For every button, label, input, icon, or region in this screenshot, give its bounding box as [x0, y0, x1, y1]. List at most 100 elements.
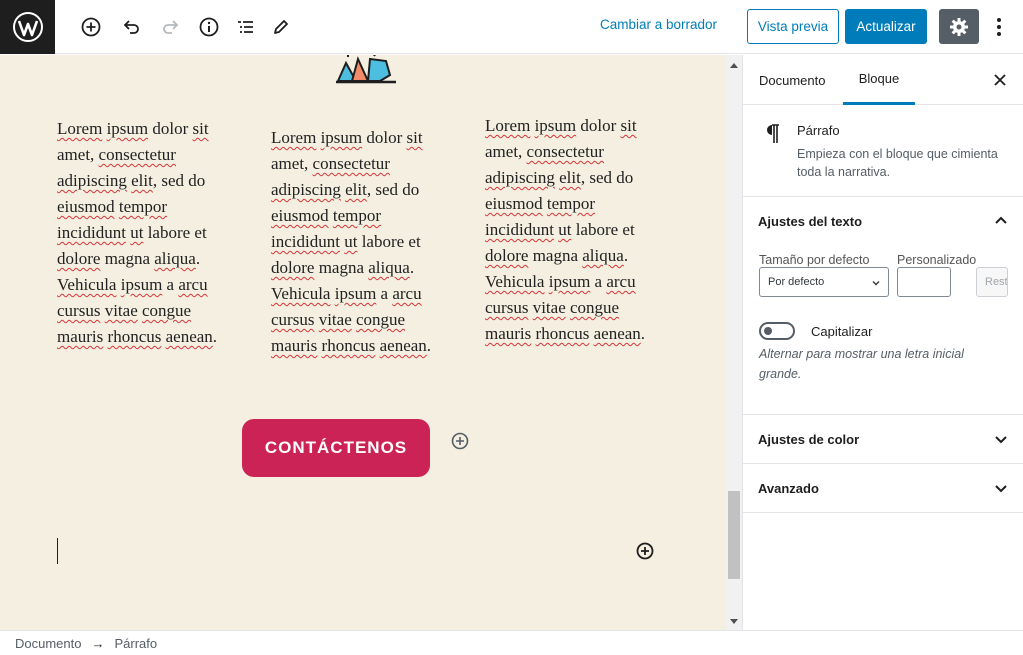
column-paragraph[interactable]: Lorem ipsum dolor sit amet, consectetur … — [485, 113, 665, 347]
reset-label: Restablecer — [985, 276, 1008, 288]
settings-button[interactable] — [939, 9, 979, 44]
misspelled-word: elit — [345, 180, 367, 199]
block-card: Párrafo Empieza con el bloque que cimien… — [743, 105, 1023, 197]
misspelled-word: aliqua — [582, 246, 624, 265]
panel-title: Avanzado — [758, 480, 819, 496]
misspelled-word: tempor — [332, 206, 382, 225]
font-size-select[interactable]: Por defecto — [759, 267, 889, 297]
misspelled-word: aenean — [379, 336, 427, 355]
misspelled-word: adipiscing — [57, 171, 127, 190]
misspelled-word: ipsum — [534, 116, 577, 135]
misspelled-word: arcu — [178, 275, 208, 294]
add-block-inline-icon[interactable] — [450, 431, 470, 451]
undo-icon[interactable] — [116, 12, 146, 42]
misspelled-word: elit — [131, 171, 153, 190]
misspelled-word: tempor — [546, 194, 596, 213]
canvas-scrollbar[interactable] — [726, 55, 742, 630]
block-name: Párrafo — [797, 123, 840, 138]
breadcrumb-arrow-icon: → — [91, 635, 105, 651]
misspelled-word: aliqua — [368, 258, 410, 277]
boat-sail-icon — [336, 55, 396, 84]
misspelled-word: mauris — [271, 336, 318, 355]
close-icon[interactable] — [991, 71, 1009, 89]
misspelled-word: cursus — [485, 298, 529, 317]
misspelled-word: Vehicula — [485, 272, 545, 291]
misspelled-word: rhoncus — [535, 324, 590, 343]
scroll-down-icon[interactable] — [730, 619, 738, 624]
misspelled-word: consectetur — [526, 142, 604, 161]
dropcap-help: Alternar para mostrar una letra inicial … — [759, 347, 964, 381]
default-size-label: Tamaño por defecto — [759, 253, 870, 267]
wordpress-logo-button[interactable] — [0, 0, 55, 54]
breadcrumb-document[interactable]: Documento — [15, 636, 81, 651]
misspelled-word: vitae — [104, 301, 138, 320]
gear-icon — [950, 17, 968, 36]
misspelled-word: ipsum — [320, 128, 363, 147]
misspelled-word: ut — [130, 223, 144, 242]
contact-button[interactable]: CONTÁCTENOS — [242, 419, 430, 477]
top-toolbar: Cambiar a borrador Vista previa Actualiz… — [0, 0, 1023, 54]
dropcap-toggle[interactable] — [759, 322, 795, 340]
green-circle-icon — [113, 55, 183, 77]
column-paragraph[interactable]: Lorem ipsum dolor sit amet, consectetur … — [57, 116, 237, 350]
misspelled-word: congue — [570, 298, 620, 317]
chevron-down-icon — [995, 485, 1007, 493]
custom-size-label: Personalizado — [897, 253, 977, 267]
misspelled-word: arcu — [392, 284, 422, 303]
misspelled-word: aliqua — [154, 249, 196, 268]
tab-block[interactable]: Bloque — [843, 55, 915, 105]
misspelled-word: eiusmod — [485, 194, 543, 213]
column-paragraph[interactable]: Lorem ipsum dolor sit amet, consectetur … — [271, 125, 451, 359]
block-navigation-icon[interactable] — [230, 12, 260, 42]
color-settings-toggle[interactable]: Ajustes de color — [743, 415, 1023, 463]
misspelled-word: vitae — [318, 310, 352, 329]
editor-canvas[interactable]: Lorem ipsum dolor sit amet, consectetur … — [0, 55, 726, 630]
update-button[interactable]: Actualizar — [845, 9, 927, 44]
advanced-panel: Avanzado — [743, 464, 1023, 513]
add-block-icon[interactable] — [635, 541, 655, 561]
info-icon[interactable] — [194, 12, 224, 42]
misspelled-word: elit — [559, 168, 581, 187]
empty-paragraph-cursor[interactable] — [57, 538, 58, 564]
misspelled-word: incididunt — [57, 223, 126, 242]
panel-title: Ajustes del texto — [758, 213, 863, 229]
preview-button[interactable]: Vista previa — [747, 9, 839, 44]
chevron-down-icon — [995, 436, 1007, 444]
chevron-down-icon — [872, 281, 880, 286]
misspelled-word: ipsum — [548, 272, 591, 291]
misspelled-word: eiusmod — [57, 197, 115, 216]
toggle-knob — [764, 327, 772, 335]
misspelled-word: tempor — [118, 197, 168, 216]
misspelled-word: congue — [142, 301, 192, 320]
misspelled-word: dolore — [57, 249, 101, 268]
more-options-icon[interactable] — [986, 12, 1012, 42]
misspelled-word: Lorem — [485, 116, 531, 135]
misspelled-word: arcu — [606, 272, 636, 291]
switch-to-draft-link[interactable]: Cambiar a borrador — [600, 17, 717, 32]
scroll-up-icon[interactable] — [730, 63, 738, 68]
misspelled-word: aenean — [593, 324, 641, 343]
custom-size-input[interactable] — [897, 267, 951, 297]
misspelled-word: adipiscing — [271, 180, 341, 199]
misspelled-word: cursus — [57, 301, 101, 320]
redo-icon[interactable] — [156, 12, 186, 42]
text-settings-toggle[interactable]: Ajustes del texto — [743, 197, 1023, 245]
block-description: Empieza con el bloque que cimienta toda … — [797, 147, 998, 179]
breadcrumb-paragraph[interactable]: Párrafo — [114, 636, 157, 651]
scroll-thumb[interactable] — [728, 491, 740, 579]
misspelled-word: sit — [406, 128, 423, 147]
misspelled-word: ipsum — [334, 284, 377, 303]
advanced-toggle[interactable]: Avanzado — [743, 464, 1023, 512]
misspelled-word: vitae — [532, 298, 566, 317]
add-block-icon[interactable] — [76, 12, 106, 42]
misspelled-word: sit — [192, 119, 209, 138]
tab-document[interactable]: Documento — [759, 55, 825, 105]
breadcrumb: Documento → Párrafo — [0, 630, 1023, 655]
misspelled-word: ipsum — [120, 275, 163, 294]
edit-pencil-icon[interactable] — [266, 12, 296, 42]
color-settings-panel: Ajustes de color — [743, 415, 1023, 464]
misspelled-word: congue — [356, 310, 406, 329]
misspelled-word: incididunt — [485, 220, 554, 239]
reset-button[interactable]: Restablecer — [976, 267, 1008, 297]
misspelled-word: rhoncus — [321, 336, 376, 355]
